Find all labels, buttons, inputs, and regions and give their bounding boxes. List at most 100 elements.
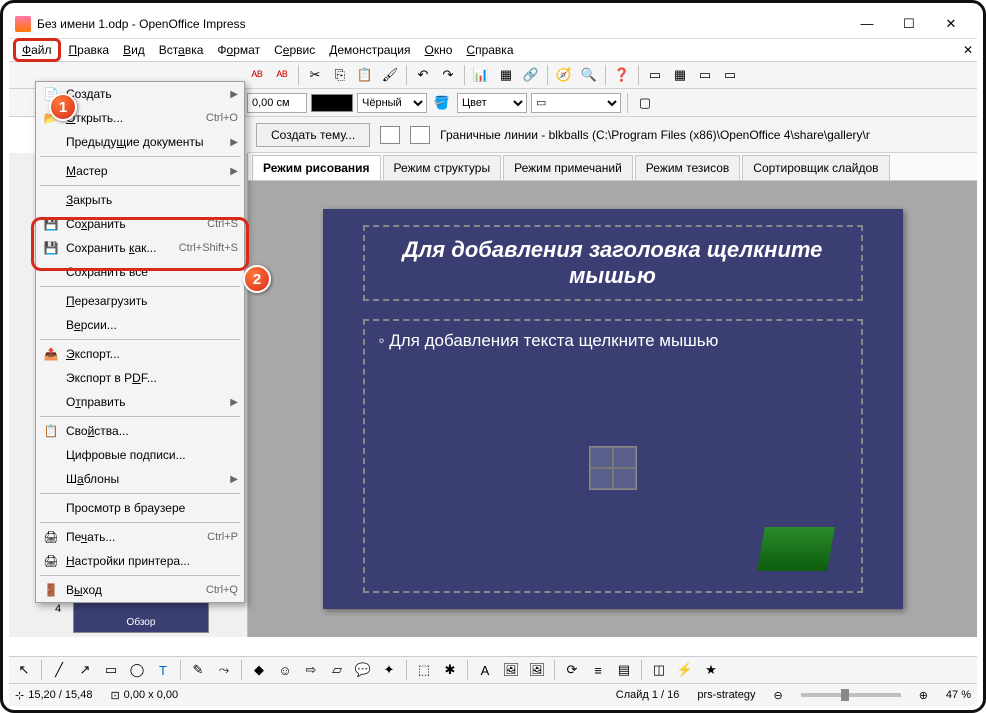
text-icon[interactable]: T: [152, 659, 174, 681]
extrusion-icon[interactable]: ◫: [648, 659, 670, 681]
maximize-button[interactable]: ☐: [895, 14, 923, 34]
menu-edit[interactable]: Правка: [63, 41, 116, 59]
menu-wizard[interactable]: Мастер▶: [36, 159, 244, 183]
menu-send[interactable]: Отправить▶: [36, 390, 244, 414]
brush-icon[interactable]: 🖌: [379, 64, 401, 86]
hyperlink-icon[interactable]: 🔗: [520, 64, 542, 86]
table-icon[interactable]: ▦: [495, 64, 517, 86]
slide-icon[interactable]: ▭: [644, 64, 666, 86]
fontwork-icon[interactable]: A: [474, 659, 496, 681]
menu-insert[interactable]: Вставка: [153, 41, 210, 59]
menu-export-pdf[interactable]: Экспорт в PDF...: [36, 366, 244, 390]
glue-icon[interactable]: ✱: [439, 659, 461, 681]
flowchart-icon[interactable]: ▱: [326, 659, 348, 681]
curve-icon[interactable]: ✎: [187, 659, 209, 681]
menu-reload[interactable]: Перезагрузить: [36, 289, 244, 313]
gallery-icon[interactable]: 🖼: [526, 659, 548, 681]
menu-help[interactable]: Справка: [460, 41, 519, 59]
menu-digital-sig[interactable]: Цифровые подписи...: [36, 443, 244, 467]
content-type-icons[interactable]: [589, 446, 637, 490]
symbol-icon[interactable]: ☺: [274, 659, 296, 681]
slide-body-placeholder[interactable]: ◦ Для добавления текста щелкните мышью: [363, 319, 863, 593]
fill-type-select[interactable]: Цвет: [457, 93, 527, 113]
tab-outline[interactable]: Режим структуры: [383, 155, 502, 180]
undo-icon[interactable]: ↶: [412, 64, 434, 86]
from-file-icon[interactable]: 🖼: [500, 659, 522, 681]
zoom-slider[interactable]: [801, 693, 901, 697]
insert-image-icon[interactable]: [590, 468, 613, 489]
menu-export[interactable]: 📤Экспорт...: [36, 342, 244, 366]
spellcheck-icon[interactable]: ᴬᴮ: [246, 64, 268, 86]
layout-icon[interactable]: ▦: [669, 64, 691, 86]
redo-icon[interactable]: ↷: [437, 64, 459, 86]
ellipse-icon[interactable]: ◯: [126, 659, 148, 681]
minimize-button[interactable]: —: [853, 14, 881, 34]
connector-icon[interactable]: ⤳: [213, 659, 235, 681]
shadow-icon[interactable]: ▢: [634, 92, 656, 114]
menu-properties[interactable]: 📋Свойства...: [36, 419, 244, 443]
slide-title-placeholder[interactable]: Для добавления заголовка щелкните мышью: [363, 225, 863, 301]
menu-exit[interactable]: 🚪ВыходCtrl+Q: [36, 578, 244, 602]
close-button[interactable]: ✕: [937, 14, 965, 34]
menu-service[interactable]: Сервис: [268, 41, 321, 59]
fill-icon[interactable]: 🪣: [431, 92, 453, 114]
menu-templates[interactable]: Шаблоны▶: [36, 467, 244, 491]
menu-close[interactable]: Закрыть: [36, 188, 244, 212]
insert-movie-icon[interactable]: [613, 468, 636, 489]
line-color-swatch[interactable]: [311, 94, 353, 112]
doc-close-icon[interactable]: ✕: [963, 43, 973, 57]
copy-icon[interactable]: ⎘: [329, 64, 351, 86]
menu-save[interactable]: 💾СохранитьCtrl+S: [36, 212, 244, 236]
menu-view[interactable]: Вид: [117, 41, 151, 59]
rect-icon[interactable]: ▭: [100, 659, 122, 681]
arrange-icon[interactable]: ▤: [613, 659, 635, 681]
zoom-value[interactable]: 47 %: [946, 689, 971, 701]
menu-versions[interactable]: Версии...: [36, 313, 244, 337]
insert-chart-icon[interactable]: [613, 447, 636, 468]
callout-icon[interactable]: 💬: [352, 659, 374, 681]
navigator-icon[interactable]: 🧭: [553, 64, 575, 86]
color-name-select[interactable]: Чёрный: [357, 93, 427, 113]
menu-printer-settings[interactable]: 🖨Настройки принтера...: [36, 549, 244, 573]
line-width-input[interactable]: [247, 93, 307, 113]
tab-drawing[interactable]: Режим рисования: [252, 155, 381, 180]
line-icon[interactable]: ╱: [48, 659, 70, 681]
animation-icon[interactable]: ★: [700, 659, 722, 681]
slide-canvas[interactable]: Для добавления заголовка щелкните мышью …: [323, 209, 903, 609]
menu-file[interactable]: Файл: [13, 38, 61, 62]
fill-color-select[interactable]: ▭: [531, 93, 621, 113]
gallery-icons-view[interactable]: [380, 126, 400, 144]
present-icon[interactable]: ▭: [719, 64, 741, 86]
new-theme-button[interactable]: Создать тему...: [256, 123, 370, 147]
menu-save-all[interactable]: Сохранить все: [36, 260, 244, 284]
arrows-icon[interactable]: ⇨: [300, 659, 322, 681]
menu-save-as[interactable]: 💾Сохранить как...Ctrl+Shift+S: [36, 236, 244, 260]
interaction-icon[interactable]: ⚡: [674, 659, 696, 681]
chart-icon[interactable]: 📊: [470, 64, 492, 86]
star-icon[interactable]: ✦: [378, 659, 400, 681]
zoom-in-icon[interactable]: ⊕: [919, 689, 928, 702]
gallery-list-view[interactable]: [410, 126, 430, 144]
design-icon[interactable]: ▭: [694, 64, 716, 86]
insert-table-icon[interactable]: [590, 447, 613, 468]
menu-format[interactable]: Формат: [211, 41, 266, 59]
rotate-icon[interactable]: ⟳: [561, 659, 583, 681]
cut-icon[interactable]: ✂: [304, 64, 326, 86]
menu-demo[interactable]: Демонстрация: [323, 41, 416, 59]
points-icon[interactable]: ⬚: [413, 659, 435, 681]
paste-icon[interactable]: 📋: [354, 64, 376, 86]
zoom-icon[interactable]: 🔍: [578, 64, 600, 86]
tab-notes[interactable]: Режим примечаний: [503, 155, 633, 180]
arrow-icon[interactable]: ↗: [74, 659, 96, 681]
menu-print[interactable]: 🖨Печать...Ctrl+P: [36, 525, 244, 549]
align-icon[interactable]: ≡: [587, 659, 609, 681]
shapes-icon[interactable]: ◆: [248, 659, 270, 681]
menu-browser-preview[interactable]: Просмотр в браузере: [36, 496, 244, 520]
zoom-out-icon[interactable]: ⊖: [773, 689, 782, 702]
pointer-icon[interactable]: ↖: [13, 659, 35, 681]
autospell-icon[interactable]: ᴬᴮ: [271, 64, 293, 86]
help-icon[interactable]: ❓: [611, 64, 633, 86]
menu-window[interactable]: Окно: [419, 41, 459, 59]
menu-recent[interactable]: Предыдущие документы▶: [36, 130, 244, 154]
tab-sorter[interactable]: Сортировщик слайдов: [742, 155, 889, 180]
